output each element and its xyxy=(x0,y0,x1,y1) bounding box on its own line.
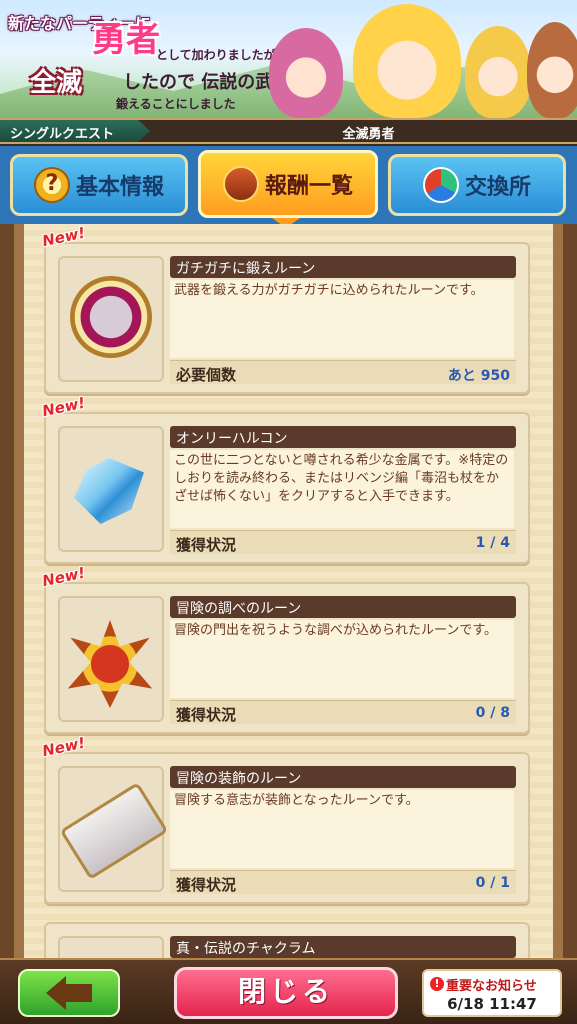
reward-card[interactable]: New! 冒険の装飾のルーン 冒険する意志が装飾となったルーンです。 獲得状況 … xyxy=(41,734,530,904)
new-badge: New! xyxy=(40,393,87,421)
question-icon xyxy=(33,167,70,203)
item-thumbnail xyxy=(58,766,169,892)
reward-card[interactable]: New! オンリーハルコン この世に二つとないと噂される希少な金属です。※特定の… xyxy=(41,394,530,564)
quest-type-label: シングルクエスト xyxy=(10,127,115,142)
alert-icon: ! xyxy=(430,977,444,991)
status-label: 獲得状況 xyxy=(176,536,237,554)
item-description: 武器を鍛える力がガチガチに込められたルーンです。 xyxy=(170,280,514,358)
item-thumbnail xyxy=(58,936,164,958)
banner-characters xyxy=(265,0,577,118)
item-name: 冒険の装飾のルーン xyxy=(170,766,516,788)
item-thumbnail xyxy=(58,596,164,722)
item-description: この世に二つとないと噂される希少な金属です。※特定のしおりを読み終わる、またはリ… xyxy=(170,450,514,528)
character-art xyxy=(465,26,531,118)
item-thumbnail xyxy=(58,256,164,382)
item-name: 冒険の調べのルーン xyxy=(170,596,516,618)
banner-line4: 鍛えることにしました xyxy=(116,97,236,111)
item-thumbnail xyxy=(58,426,164,552)
status-value: 0 / 8 xyxy=(475,705,510,721)
banner-title: 新たなパーティーに 勇者 として加わりましたが 全滅 したので 伝説の武器を 鍛… xyxy=(8,10,309,111)
character-art xyxy=(527,22,577,118)
card-rune-icon xyxy=(59,782,169,880)
tab-rewards[interactable]: 報酬一覧 xyxy=(198,150,378,218)
status-value: 0 / 1 xyxy=(475,875,510,891)
tab-label: 基本情報 xyxy=(75,175,164,200)
tab-label: 交換所 xyxy=(464,175,531,200)
new-badge: New! xyxy=(40,224,87,251)
news-date: 6/18 11:47 xyxy=(447,995,537,1013)
character-art xyxy=(353,4,461,118)
reward-list[interactable]: New! ガチガチに鍛えルーン 武器を鍛える力がガチガチに込められたルーンです。… xyxy=(0,224,577,958)
new-badge: New! xyxy=(40,733,87,761)
item-description: 冒険する意志が装飾となったルーンです。 xyxy=(170,790,514,868)
tab-basic-info[interactable]: 基本情報 xyxy=(10,154,188,216)
item-status: 必要個数 あと 950 xyxy=(170,360,516,384)
close-button[interactable]: 閉じる xyxy=(174,967,398,1019)
status-label: 獲得状況 xyxy=(176,876,237,894)
status-value: 1 / 4 xyxy=(475,535,510,551)
status-label: 必要個数 xyxy=(176,366,237,384)
news-title: 重要なお知らせ xyxy=(446,979,537,994)
event-banner[interactable]: 新たなパーティーに 勇者 として加わりましたが 全滅 したので 伝説の武器を 鍛… xyxy=(0,0,577,118)
item-status: 獲得状況 0 / 8 xyxy=(170,700,516,724)
tab-bar: 基本情報 報酬一覧 交換所 xyxy=(0,146,577,228)
banner-big2: 全滅 xyxy=(30,68,83,98)
new-badge: New! xyxy=(40,563,87,591)
reward-card[interactable]: New! 冒険の調べのルーン 冒険の門出を祝うような調べが込められたルーンです。… xyxy=(41,564,530,734)
reward-card[interactable]: 真・伝説のチャクラム xyxy=(44,922,530,958)
quest-header: シングルクエスト 全滅勇者 xyxy=(0,118,577,144)
back-button[interactable] xyxy=(18,969,120,1017)
important-news-button[interactable]: ! 重要なお知らせ 6/18 11:47 xyxy=(422,969,562,1017)
item-description: 冒険の門出を祝うような調べが込められたルーンです。 xyxy=(170,620,514,698)
character-art xyxy=(269,28,343,118)
banner-big1: 勇者 xyxy=(92,20,160,60)
item-status: 獲得状況 1 / 4 xyxy=(170,530,516,554)
exchange-icon xyxy=(422,167,459,203)
bottom-bar: 閉じる ! 重要なお知らせ 6/18 11:47 xyxy=(0,958,577,1024)
quest-title: 全滅勇者 xyxy=(342,127,395,142)
tab-exchange[interactable]: 交換所 xyxy=(388,154,566,216)
back-arrow-icon xyxy=(46,976,92,1010)
item-name: 真・伝説のチャクラム xyxy=(170,936,516,958)
crystal-icon xyxy=(74,458,144,524)
status-value: あと 950 xyxy=(447,368,510,384)
item-name: オンリーハルコン xyxy=(170,426,516,448)
status-label: 獲得状況 xyxy=(176,706,237,724)
hammer-rune-icon xyxy=(70,276,152,358)
quest-type-tag: シングルクエスト xyxy=(0,120,150,142)
item-name: ガチガチに鍛えルーン xyxy=(170,256,516,278)
banner-line2: として加わりましたが xyxy=(156,48,276,62)
treasure-chest-icon xyxy=(222,166,259,202)
star-emblem-icon xyxy=(67,620,153,708)
tab-label: 報酬一覧 xyxy=(264,174,353,199)
reward-card[interactable]: New! ガチガチに鍛えルーン 武器を鍛える力がガチガチに込められたルーンです。… xyxy=(41,224,530,394)
item-status: 獲得状況 0 / 1 xyxy=(170,870,516,894)
